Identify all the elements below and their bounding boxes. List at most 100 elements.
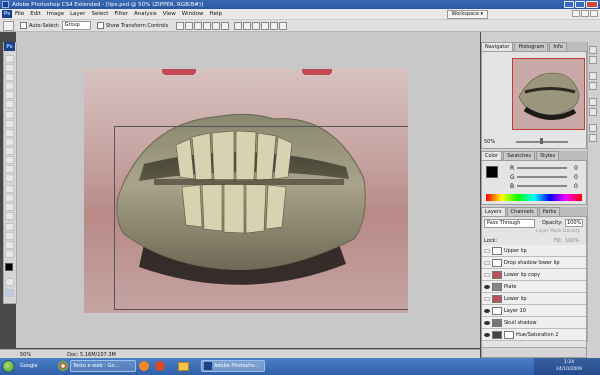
layer-row[interactable]: Upper lip xyxy=(482,245,586,257)
distribute-hcenter-button[interactable] xyxy=(270,21,279,30)
navigator-preview[interactable] xyxy=(512,58,585,130)
distribute-bottom-button[interactable] xyxy=(252,21,261,30)
align-bottom-button[interactable] xyxy=(194,21,203,30)
fill-field[interactable]: 100% xyxy=(565,238,579,244)
layer-row[interactable]: Drop shadow lower lip xyxy=(482,257,586,269)
tab-channels[interactable]: Channels xyxy=(506,207,538,216)
actions-panel-icon[interactable] xyxy=(589,56,597,64)
pen-tool-icon[interactable] xyxy=(5,185,14,193)
path-select-tool-icon[interactable] xyxy=(5,203,14,211)
layer-row[interactable]: Plate xyxy=(482,281,586,293)
align-vcenter-button[interactable] xyxy=(185,21,194,30)
distribute-right-button[interactable] xyxy=(279,21,288,30)
visibility-toggle[interactable] xyxy=(484,284,490,289)
transform-bounding-box[interactable] xyxy=(114,126,408,310)
quick-mask-icon[interactable] xyxy=(5,278,14,286)
menu-file[interactable]: File xyxy=(15,11,24,17)
distribute-top-button[interactable] xyxy=(234,21,243,30)
menu-help[interactable]: Help xyxy=(209,11,222,17)
tab-paths[interactable]: Paths xyxy=(538,207,561,216)
menu-image[interactable]: Image xyxy=(47,11,64,17)
character-panel-icon[interactable] xyxy=(589,98,597,106)
distribute-left-button[interactable] xyxy=(261,21,270,30)
zoom-level[interactable]: 50% xyxy=(20,352,31,358)
marquee-tool-icon[interactable] xyxy=(5,64,14,72)
chrome-icon[interactable] xyxy=(58,361,68,371)
visibility-toggle[interactable] xyxy=(484,296,490,301)
workspace-button[interactable]: Workspace ▾ xyxy=(446,10,488,19)
clone-stamp-tool-icon[interactable] xyxy=(5,129,14,137)
auto-select-checkbox[interactable] xyxy=(20,22,27,29)
fg-color-chip[interactable] xyxy=(486,166,498,178)
brush-tool-icon[interactable] xyxy=(5,120,14,128)
eyedropper-tool-icon[interactable] xyxy=(5,100,14,108)
document-canvas[interactable] xyxy=(84,69,408,313)
tab-swatches[interactable]: Swatches xyxy=(503,151,535,160)
3d-rotate-tool-icon[interactable] xyxy=(5,223,14,231)
align-hcenter-button[interactable] xyxy=(212,21,221,30)
visibility-toggle[interactable] xyxy=(484,248,490,253)
menu-edit[interactable]: Edit xyxy=(30,11,41,17)
visibility-toggle[interactable] xyxy=(484,308,490,313)
layer-row[interactable]: Skull shadow xyxy=(482,317,586,329)
3d-orbit-tool-icon[interactable] xyxy=(5,232,14,240)
menu-view[interactable]: View xyxy=(163,11,176,17)
menu-layer[interactable]: Layer xyxy=(70,11,85,17)
close-button[interactable] xyxy=(586,1,598,8)
tab-layers[interactable]: Layers xyxy=(481,207,506,216)
layer-row[interactable]: Lower lip copy xyxy=(482,269,586,281)
green-channel-slider[interactable] xyxy=(517,176,567,178)
adjustments-panel-icon[interactable] xyxy=(589,124,597,132)
menu-window[interactable]: Window xyxy=(182,11,204,17)
tab-color[interactable]: Color xyxy=(481,151,503,160)
blur-tool-icon[interactable] xyxy=(5,165,14,173)
eraser-tool-icon[interactable] xyxy=(5,147,14,155)
minimize-button[interactable] xyxy=(564,1,574,8)
history-panel-icon[interactable] xyxy=(589,46,597,54)
foreground-color-swatch[interactable] xyxy=(5,263,13,271)
navigator-zoom-thumb[interactable] xyxy=(540,138,543,144)
menu-filter[interactable]: Filter xyxy=(114,11,128,17)
brushes-panel-icon[interactable] xyxy=(589,72,597,80)
taskbar-chrome-window[interactable]: Testo e web - Go... xyxy=(70,360,136,372)
menu-select[interactable]: Select xyxy=(91,11,108,17)
align-top-button[interactable] xyxy=(176,21,185,30)
tab-styles[interactable]: Styles xyxy=(535,151,560,160)
layer-row[interactable]: Lower lip xyxy=(482,293,586,305)
show-transform-checkbox[interactable] xyxy=(96,22,104,29)
shape-tool-icon[interactable] xyxy=(5,212,14,220)
layer-row[interactable]: Layer 10 xyxy=(482,305,586,317)
red-channel-slider[interactable] xyxy=(517,167,567,169)
auto-select-dropdown[interactable]: Group xyxy=(61,21,91,30)
zoom-tool-icon[interactable] xyxy=(5,250,14,258)
maximize-button[interactable] xyxy=(575,1,585,8)
lasso-tool-icon[interactable] xyxy=(5,73,14,81)
clock-time[interactable]: 1:24 xyxy=(564,360,574,365)
app-minimize-button[interactable] xyxy=(572,10,580,17)
blue-channel-value[interactable]: 0 xyxy=(574,183,578,190)
hand-tool-icon[interactable] xyxy=(5,241,14,249)
app-close-button[interactable] xyxy=(590,10,598,17)
visibility-toggle[interactable] xyxy=(484,320,490,325)
tab-navigator[interactable]: Navigator xyxy=(481,42,514,51)
media-player-icon[interactable] xyxy=(155,361,165,371)
clone-source-panel-icon[interactable] xyxy=(589,82,597,90)
blend-mode-dropdown[interactable]: Pass Through xyxy=(484,219,536,228)
quick-select-tool-icon[interactable] xyxy=(5,82,14,90)
visibility-toggle[interactable] xyxy=(484,260,490,265)
navigator-zoom[interactable]: 50% xyxy=(484,139,495,145)
folder-icon[interactable] xyxy=(178,362,189,371)
app-restore-button[interactable] xyxy=(581,10,589,17)
menu-analysis[interactable]: Analysis xyxy=(134,11,157,17)
visibility-toggle[interactable] xyxy=(484,332,490,337)
visibility-toggle[interactable] xyxy=(484,272,490,277)
screen-mode-icon[interactable] xyxy=(5,289,14,297)
masks-panel-icon[interactable] xyxy=(589,134,597,142)
align-left-button[interactable] xyxy=(203,21,212,30)
green-channel-value[interactable]: 0 xyxy=(574,174,578,181)
history-brush-tool-icon[interactable] xyxy=(5,138,14,146)
crop-tool-icon[interactable] xyxy=(5,91,14,99)
color-spectrum-bar[interactable] xyxy=(486,194,582,201)
distribute-vcenter-button[interactable] xyxy=(243,21,252,30)
taskbar-photoshop-window[interactable]: Adobe Photosho... xyxy=(201,360,265,372)
